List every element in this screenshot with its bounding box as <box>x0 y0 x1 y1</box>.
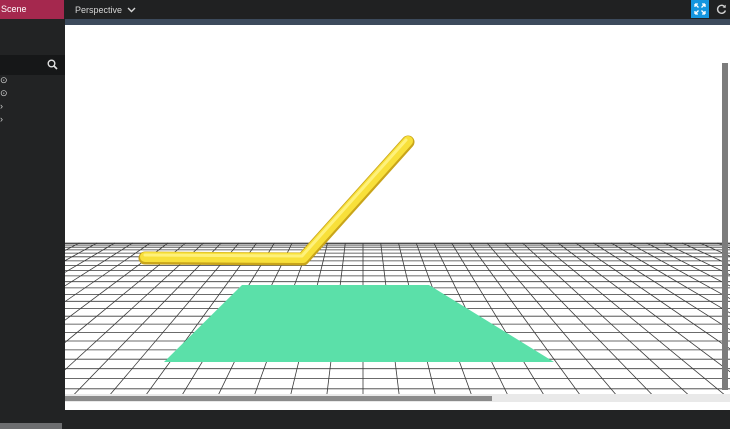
horizontal-scrollbar-thumb[interactable] <box>65 396 492 401</box>
expand-button[interactable] <box>691 0 709 18</box>
perspective-dropdown[interactable]: Perspective <box>75 0 136 19</box>
grid-line <box>65 243 221 410</box>
grid-line <box>540 243 730 410</box>
expand-icon <box>694 3 706 15</box>
eye-icon[interactable]: ⊙ <box>0 75 8 85</box>
vertical-scrollbar-thumb[interactable] <box>722 63 728 390</box>
grid-line <box>576 243 730 410</box>
tab-scene[interactable]: Scene <box>0 0 64 19</box>
grid-line <box>505 243 667 410</box>
refresh-icon <box>716 4 727 15</box>
item-marker: › <box>0 114 3 124</box>
refresh-button[interactable] <box>713 0 730 18</box>
viewport-bottom-strip <box>65 402 730 410</box>
tree-item[interactable]: › <box>0 114 3 124</box>
perspective-dropdown-label: Perspective <box>75 1 122 19</box>
eye-icon[interactable]: ⊙ <box>0 88 8 98</box>
top-toolbar: Scene Perspective <box>0 0 730 19</box>
grid-line <box>647 243 730 410</box>
grid-line <box>523 243 706 410</box>
sidebar-search[interactable] <box>0 55 65 75</box>
3d-viewport[interactable] <box>65 25 730 410</box>
yellow-rod[interactable] <box>145 140 408 259</box>
tree-item[interactable]: ⊙ <box>0 88 8 98</box>
sidebar-scrollbar[interactable] <box>0 423 62 429</box>
ground-patch <box>164 285 554 362</box>
grid-line <box>65 243 168 410</box>
grid-line <box>65 243 97 410</box>
item-marker: › <box>0 101 3 111</box>
3d-scene[interactable] <box>65 25 730 410</box>
grid-line <box>487 243 629 410</box>
grid-line <box>65 243 133 410</box>
scene-sidebar: ⊙ ⊙ › › <box>0 19 65 410</box>
grid-line <box>65 243 115 410</box>
chevron-down-icon <box>127 7 136 13</box>
grid-line <box>65 243 150 410</box>
tree-item[interactable]: › <box>0 101 3 111</box>
grid-line <box>629 243 730 410</box>
search-icon[interactable] <box>47 59 58 70</box>
tree-item[interactable]: ⊙ <box>0 75 8 85</box>
grid-line <box>558 243 730 410</box>
